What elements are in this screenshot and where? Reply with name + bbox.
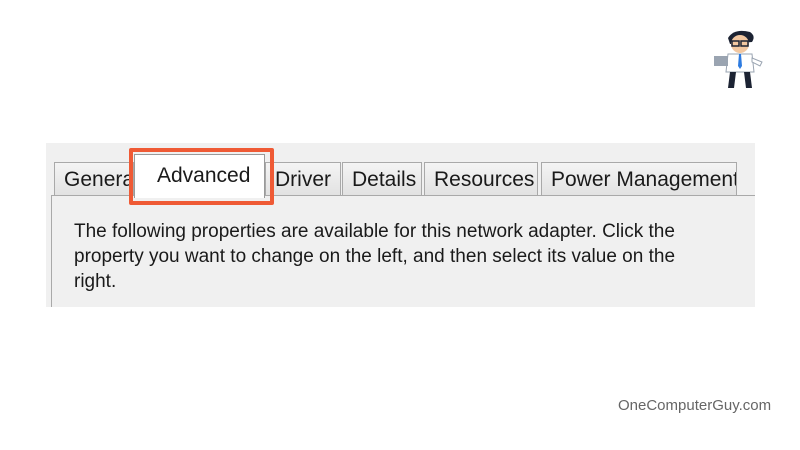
site-watermark: OneComputerGuy.com: [618, 397, 772, 414]
adapter-properties-dialog: General Advanced Driver Details Resource…: [46, 143, 755, 307]
mascot-logo: [712, 28, 768, 90]
tab-advanced[interactable]: Advanced: [134, 154, 265, 198]
tab-resources[interactable]: Resources: [424, 162, 538, 195]
tab-details[interactable]: Details: [342, 162, 422, 195]
tab-power-management[interactable]: Power Management: [541, 162, 737, 195]
tab-driver[interactable]: Driver: [265, 162, 341, 195]
tab-general[interactable]: General: [54, 162, 134, 195]
property-description: The following properties are available f…: [74, 221, 676, 292]
